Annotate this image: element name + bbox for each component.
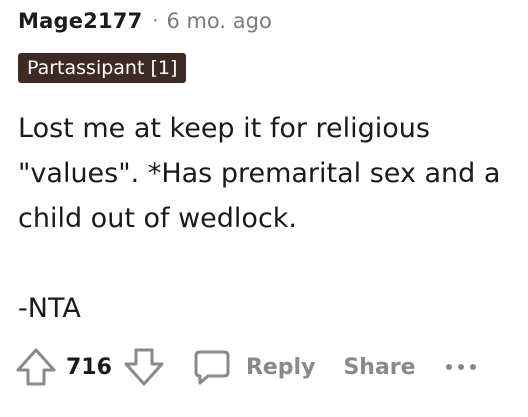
downvote-arrow-icon[interactable] [122,345,166,389]
upvote-arrow-icon[interactable] [14,345,58,389]
user-flair: Partassipant [1] [18,53,187,83]
timestamp-link[interactable]: 6 mo. ago [166,6,271,36]
meta-separator: · [152,10,159,32]
reply-button[interactable]: Reply [192,347,316,387]
speech-bubble-icon [192,347,232,387]
more-dots-icon[interactable] [444,361,478,373]
comment-body: Lost me at keep it for religious "values… [18,106,518,331]
comment-signoff: -NTA [18,293,81,324]
share-button[interactable]: Share [343,355,415,380]
reply-label: Reply [245,354,316,380]
comment-meta: Mage2177 · 6 mo. ago [18,6,272,36]
comment-actions: 716 Reply Share [14,342,478,392]
vote-count: 716 [66,354,112,380]
comment: Mage2177 · 6 mo. ago Partassipant [1] Lo… [0,0,528,417]
comment-text: Lost me at keep it for religious "values… [18,113,501,234]
username-link[interactable]: Mage2177 [18,6,142,36]
